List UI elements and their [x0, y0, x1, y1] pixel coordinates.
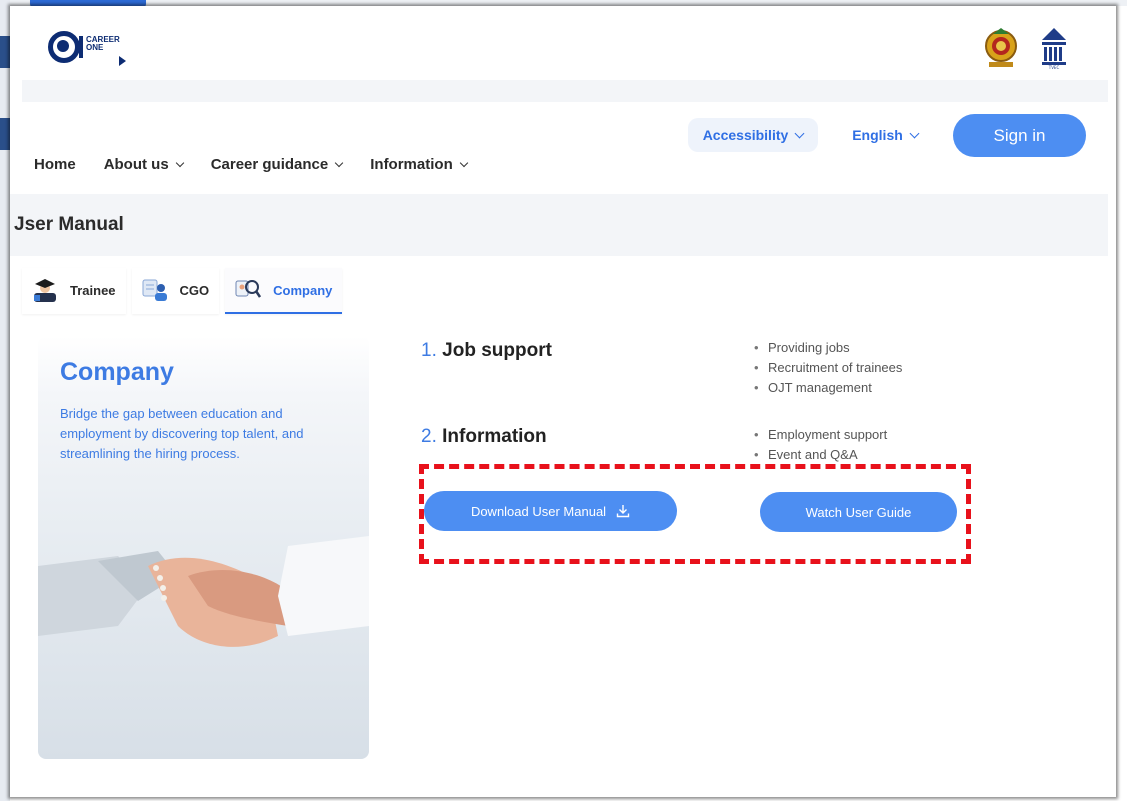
- logo-text: CAREER ONE: [86, 36, 120, 52]
- cgo-icon: [142, 279, 167, 301]
- tab-trainee[interactable]: Trainee: [22, 268, 126, 314]
- browser-window: CAREER ONE TVEC Accessibility English Si…: [10, 6, 1116, 797]
- tab-label: Trainee: [70, 282, 116, 298]
- header-strip: [22, 80, 1108, 102]
- download-icon: [616, 505, 630, 518]
- section-number: 1.: [421, 340, 437, 361]
- job-support-list: Providing jobs Recruitment of trainees O…: [750, 338, 902, 398]
- tab-label: Company: [273, 282, 333, 298]
- background-blip: [0, 36, 10, 68]
- menu-item-information[interactable]: Information: [370, 156, 468, 173]
- tab-cgo[interactable]: CGO: [132, 268, 220, 314]
- accessibility-label: Accessibility: [702, 127, 789, 143]
- tab-label: CGO: [179, 282, 210, 298]
- section-title: Information: [442, 426, 547, 447]
- logo-bar: [79, 36, 83, 58]
- sri-lanka-emblem-icon: [985, 28, 1017, 67]
- card-title: Company: [60, 358, 174, 386]
- section-information-heading: 2. Information: [421, 426, 547, 448]
- section-number: 2.: [421, 426, 437, 447]
- menu-bar: Home About us Career guidance Informatio…: [34, 156, 495, 173]
- tab-company[interactable]: Company: [225, 268, 343, 314]
- menu-item-label: Information: [370, 156, 453, 173]
- logo-dot: [57, 40, 69, 52]
- logo-text-line2: ONE: [86, 43, 104, 52]
- information-list: Employment support Event and Q&A: [750, 425, 887, 465]
- top-bar: CAREER ONE TVEC: [10, 6, 1116, 80]
- menu-item-career-guidance[interactable]: Career guidance: [210, 156, 344, 173]
- watch-user-guide-button[interactable]: Watch User Guide: [760, 492, 957, 532]
- language-label: English: [852, 127, 903, 143]
- card-description: Bridge the gap between education and emp…: [60, 406, 304, 461]
- list-item: Recruitment of trainees: [750, 358, 902, 378]
- sign-in-button[interactable]: Sign in: [953, 114, 1086, 157]
- menu-item-label: Home: [34, 156, 76, 173]
- career-one-logo[interactable]: CAREER ONE: [46, 26, 146, 70]
- menu-item-label: About us: [103, 156, 169, 173]
- list-item: OJT management: [750, 378, 902, 398]
- background-window-edge: [0, 0, 10, 801]
- page-title-band: Jser Manual: [10, 194, 1108, 256]
- main-navigation: Accessibility English Sign in Home About…: [10, 106, 1116, 196]
- trainee-icon: [34, 279, 56, 302]
- page-title: Jser Manual: [14, 214, 124, 235]
- list-item: Providing jobs: [750, 338, 902, 358]
- handshake-image: [38, 536, 369, 647]
- menu-item-about-us[interactable]: About us: [103, 156, 184, 173]
- accessibility-dropdown[interactable]: Accessibility: [688, 118, 818, 152]
- language-dropdown[interactable]: English: [835, 118, 935, 152]
- company-icon: [235, 280, 262, 298]
- background-blip: [0, 118, 10, 150]
- logo-play-icon: [119, 56, 126, 66]
- chevron-down-icon: [909, 128, 920, 138]
- download-button-label: Download User Manual: [470, 503, 607, 519]
- menu-item-label: Career guidance: [210, 156, 329, 173]
- chevron-down-icon: [459, 158, 468, 167]
- role-tabs: Trainee CGO Company: [22, 268, 348, 314]
- list-item: Employment support: [750, 425, 887, 445]
- tvec-label: TVEC: [1048, 65, 1060, 70]
- tvec-logo-icon: TVEC: [1042, 28, 1066, 70]
- menu-item-home[interactable]: Home: [34, 156, 76, 173]
- section-title: Job support: [442, 340, 552, 361]
- section-job-support-heading: 1. Job support: [421, 340, 552, 362]
- list-item: Event and Q&A: [750, 445, 887, 465]
- chevron-down-icon: [794, 128, 805, 138]
- download-user-manual-button[interactable]: Download User Manual: [424, 491, 677, 531]
- company-card: Company Bridge the gap between education…: [38, 336, 369, 759]
- chevron-down-icon: [175, 158, 184, 167]
- chevron-down-icon: [334, 158, 344, 167]
